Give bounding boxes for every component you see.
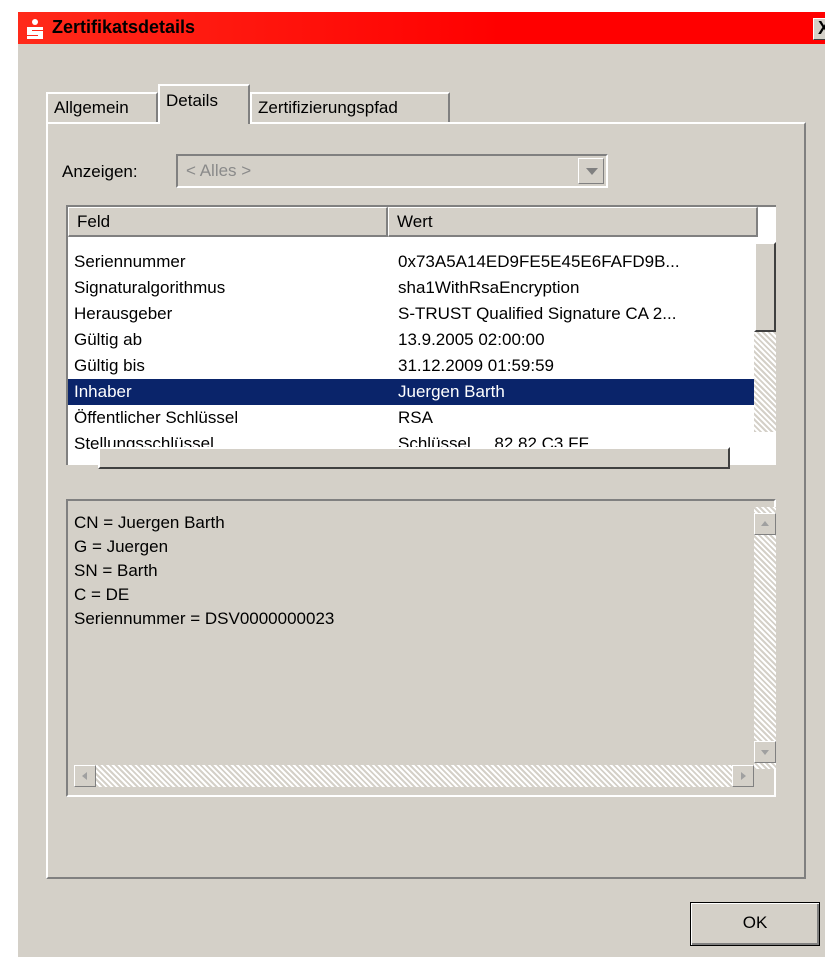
tab-label: Details — [166, 91, 218, 110]
cell-feld: Gültig bis — [74, 356, 145, 375]
dropdown-button[interactable] — [578, 158, 604, 184]
certificate-dialog: Zertifikatsdetails X Allgemein Details Z… — [18, 12, 825, 957]
table-row[interactable]: Gültig bis 31.12.2009 01:59:59 — [68, 353, 754, 379]
sparkasse-logo-icon — [27, 19, 43, 39]
detail-line: G = Juergen — [74, 537, 169, 556]
cell-feld: Gültig ab — [74, 330, 143, 349]
column-header-label: Wert — [397, 212, 433, 231]
cell-feld: Herausgeber — [74, 304, 173, 323]
filter-value: < Alles > — [186, 161, 252, 180]
close-icon: X — [817, 18, 825, 38]
filter-label: Anzeigen: — [62, 162, 138, 181]
cell-wert: RSA — [398, 408, 433, 427]
title-bar[interactable]: Zertifikatsdetails X — [18, 12, 825, 44]
table-horizontal-scrollbar-thumb[interactable] — [98, 447, 730, 469]
scroll-down-button[interactable] — [754, 741, 776, 763]
detail-vertical-scrollbar[interactable] — [754, 507, 776, 769]
ok-button[interactable]: OK — [690, 902, 820, 946]
tab-allgemein[interactable]: Allgemein — [46, 92, 158, 122]
close-button[interactable]: X — [813, 18, 825, 40]
arrow-up-icon — [761, 521, 769, 526]
column-header-feld[interactable]: Feld — [68, 207, 388, 237]
window-title: Zertifikatsdetails — [52, 17, 196, 37]
cell-wert: sha1WithRsaEncryption — [398, 278, 580, 297]
cell-feld: Inhaber — [74, 382, 132, 401]
ok-button-label: OK — [742, 913, 768, 932]
tab-label: Zertifizierungspfad — [258, 98, 398, 117]
cell-wert: 0x73A5A14ED9FE5E45E6FAFD9B... — [398, 252, 680, 271]
scroll-right-button[interactable] — [732, 765, 754, 787]
detail-line: SN = Barth — [74, 561, 158, 580]
field-value-detail[interactable]: CN = Juergen Barth G = Juergen SN = Bart… — [66, 499, 776, 797]
cell-wert: 13.9.2005 02:00:00 — [398, 330, 545, 349]
cell-feld: Seriennummer — [74, 252, 186, 271]
cell-wert: Juergen Barth — [398, 382, 505, 401]
arrow-left-icon — [82, 772, 87, 780]
filter-dropdown[interactable]: < Alles > — [176, 154, 608, 188]
cell-wert: S-TRUST Qualified Signature CA 2... — [398, 304, 677, 323]
cell-wert: 31.12.2009 01:59:59 — [398, 356, 554, 375]
cell-feld: Signaturalgorithmus — [74, 278, 226, 297]
table-row[interactable]: Herausgeber S-TRUST Qualified Signature C… — [68, 301, 754, 327]
arrow-right-icon — [741, 772, 746, 780]
table-row[interactable]: Öffentlicher Schlüssel RSA — [68, 405, 754, 431]
fields-table: Feld Wert Seriennummer 0x73A5A14ED9FE5E45… — [66, 205, 776, 465]
table-vertical-scrollbar[interactable] — [754, 242, 776, 432]
scroll-up-button[interactable] — [754, 513, 776, 535]
column-header-label: Feld — [77, 212, 111, 231]
table-row[interactable]: Gültig ab 13.9.2005 02:00:00 — [68, 327, 754, 353]
column-header-wert[interactable]: Wert — [388, 207, 758, 237]
table-row-selected[interactable]: Inhaber Juergen Barth — [68, 379, 754, 405]
tab-label: Allgemein — [54, 98, 129, 117]
scrollbar-thumb[interactable] — [754, 242, 776, 332]
detail-horizontal-scrollbar[interactable] — [74, 765, 754, 787]
table-row[interactable]: Signaturalgorithmus sha1WithRsaEncryption — [68, 275, 754, 301]
detail-line: Seriennummer = DSV0000000023 — [74, 609, 335, 628]
table-row[interactable]: Seriennummer 0x73A5A14ED9FE5E45E6FAFD9B..… — [68, 249, 754, 275]
chevron-down-icon — [586, 168, 598, 175]
cell-feld: Öffentlicher Schlüssel — [74, 408, 239, 427]
detail-text: CN = Juergen Barth G = Juergen SN = Bart… — [70, 503, 750, 765]
arrow-down-icon — [761, 750, 769, 755]
detail-line: CN = Juergen Barth — [74, 513, 225, 532]
scroll-left-button[interactable] — [74, 765, 96, 787]
tab-zertifizierungspfad[interactable]: Zertifizierungspfad — [250, 92, 450, 122]
tab-details[interactable]: Details — [158, 84, 250, 124]
detail-line: C = DE — [74, 585, 130, 604]
